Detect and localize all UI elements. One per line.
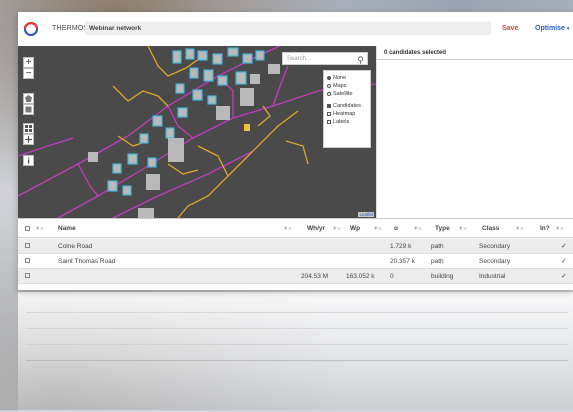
reflection-row [26,330,568,345]
optimise-button[interactable]: Optimise ▾ [535,25,569,32]
row-checkbox[interactable] [25,258,30,263]
window-reflection [18,292,573,412]
column-header-type[interactable]: Type [435,219,450,239]
cell-alpha: 1.729 k [390,243,412,250]
row-checkbox[interactable] [25,273,30,278]
radio-icon [327,83,331,88]
name-filter-icon[interactable]: ▼≡ [283,219,292,239]
overlay-option-candidates[interactable]: Candidates [327,102,367,110]
draw-rectangle-icon[interactable] [23,104,34,115]
cell-class: Secondary [479,258,511,265]
column-header-alpha[interactable]: ɑ [394,219,398,239]
column-header-name[interactable]: Name [58,219,76,239]
map-view[interactable]: Search... ⚲ + − None Maps Satellite Cand… [18,46,376,218]
cell-type: building [431,273,454,280]
cell-class: Industrial [479,273,506,280]
column-header-wp[interactable]: Wp [350,219,360,239]
column-header-class[interactable]: Class [482,219,499,239]
search-icon[interactable]: ⚲ [357,54,364,67]
map-search-input[interactable]: Search... ⚲ [282,52,368,65]
reflection-header [26,346,568,361]
cell-class: Secondary [479,243,511,250]
cell-whyr: 204.53 M [301,273,329,280]
app-name: THERMOS [52,25,89,32]
selection-panel: 0 candidates selected [376,46,573,218]
table-row[interactable]: 204.53 M 163.052 k 0 building Industrial… [18,269,573,284]
cell-in: ✓ [561,258,567,265]
column-header-whyr[interactable]: Wh/yr [307,219,325,239]
map-search-placeholder: Search... [287,56,312,62]
optimise-label: Optimise [535,25,565,32]
class-filter-icon[interactable]: ▼≡ [515,219,524,239]
table-header: ▼≡ Name ▼≡ Wh/yr ▼≡ Wp ▼≡ ɑ ▼≡ Type ▼≡ C… [18,218,573,238]
cell-type: path [431,243,444,250]
reflection-row [26,314,568,329]
cell-alpha: 20.357 k [390,258,415,265]
type-filter-icon[interactable]: ▼≡ [458,219,467,239]
overlay-option-labels[interactable]: Labels [327,118,367,126]
selection-count: 0 candidates selected [377,46,573,60]
cell-name: Colne Road [58,243,93,250]
cell-type: path [431,258,444,265]
checkbox-icon [327,111,331,116]
checkbox-icon [327,103,331,108]
table-row[interactable]: Colne Road 1.729 k path Secondary ✓ [18,239,573,254]
draw-polygon-icon[interactable] [23,93,34,104]
reflection-row [26,298,568,313]
basemap-option-none[interactable]: None [327,74,367,82]
column-header-in[interactable]: In? [540,219,550,239]
checkbox-icon [327,119,331,124]
radio-icon [327,75,331,80]
overlay-option-heatmap[interactable]: Heatmap [327,110,367,118]
select-all-checkbox[interactable] [25,219,30,239]
wp-filter-icon[interactable]: ▼≡ [373,219,382,239]
candidates-table: ▼≡ Name ▼≡ Wh/yr ▼≡ Wp ▼≡ ɑ ▼≡ Type ▼≡ C… [18,218,573,290]
basemap-option-satellite[interactable]: Satellite [327,90,367,98]
thermos-logo-icon [24,22,38,36]
project-name-field[interactable]: Webinar network [85,22,491,35]
basemap-option-maps[interactable]: Maps [327,82,367,90]
map-attribution[interactable]: Leaflet [358,212,374,217]
crosshair-icon[interactable] [23,134,34,145]
cell-wp: 163.052 k [346,273,375,280]
grid-view-icon[interactable] [23,123,34,134]
radio-icon [327,91,331,96]
cell-name: Saint Thomas Road [58,258,116,265]
cell-alpha: 0 [390,273,394,280]
alpha-filter-icon[interactable]: ▼≡ [413,219,422,239]
table-row[interactable]: Saint Thomas Road 20.357 k path Secondar… [18,254,573,269]
cell-in: ✓ [561,273,567,280]
chevron-down-icon: ▾ [566,26,570,32]
zoom-out-button[interactable]: − [23,68,34,79]
in-filter-icon[interactable]: ▼≡ [555,219,564,239]
top-bar: THERMOS Webinar network Save Optimise ▾ [18,12,573,47]
info-icon[interactable] [23,155,34,166]
zoom-in-button[interactable]: + [23,57,34,68]
whyr-filter-icon[interactable]: ▼≡ [332,219,341,239]
save-button[interactable]: Save [502,25,518,32]
layer-control: None Maps Satellite Candidates Heatmap L… [323,70,371,148]
app-window: THERMOS Webinar network Save Optimise ▾ [18,12,573,290]
row-checkbox[interactable] [25,243,30,248]
cell-in: ✓ [561,243,567,250]
select-filter-icon[interactable]: ▼≡ [35,219,44,239]
